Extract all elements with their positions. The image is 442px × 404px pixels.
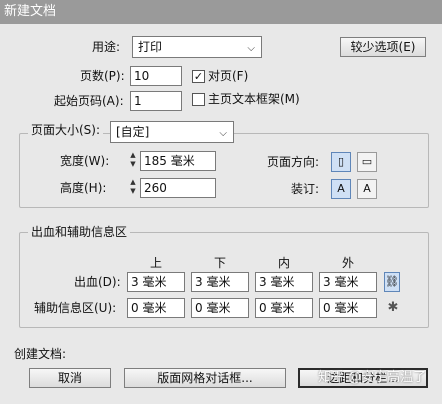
master-text-frame-label: 主页文本框架(M) <box>208 92 300 106</box>
start-page-input[interactable]: 1 <box>130 91 182 111</box>
link-chain-icon[interactable]: ⛓ <box>384 272 400 292</box>
column-bottom: 下 <box>213 256 226 270</box>
slug-inside-input[interactable]: 0 毫米 <box>255 298 313 318</box>
page-size-select[interactable]: [自定] ⌵ <box>110 121 234 143</box>
bleed-inside-input[interactable]: 3 毫米 <box>255 272 313 292</box>
bleed-top-input[interactable]: 3 毫米 <box>127 272 185 292</box>
bleed-label: 出血(D): <box>74 275 121 289</box>
right-to-left-binding-icon[interactable]: A <box>357 179 377 199</box>
height-input[interactable]: 260 <box>140 178 216 198</box>
start-page-label: 起始页码(A): <box>54 94 124 108</box>
pages-input[interactable]: 10 <box>130 66 182 86</box>
purpose-select[interactable]: 打印 ⌵ <box>132 36 262 58</box>
page-size-label: 页面大小(S): <box>28 122 104 138</box>
bleed-slug-title: 出血和辅助信息区 <box>28 224 131 240</box>
landscape-icon[interactable]: ▭ <box>357 152 377 172</box>
column-outside: 外 <box>341 256 354 270</box>
facing-pages-label: 对页(F) <box>208 69 249 83</box>
pages-label: 页数(P): <box>80 69 125 83</box>
master-text-frame-checkbox[interactable] <box>192 93 205 106</box>
window-title: 新建文档 <box>0 0 442 24</box>
broken-chain-icon[interactable]: ✱ <box>386 299 400 317</box>
portrait-icon[interactable]: ▯ <box>331 152 351 172</box>
width-input[interactable]: 185 毫米 <box>140 151 216 171</box>
page-size-value: [自定] <box>116 125 150 139</box>
column-inside: 内 <box>277 256 290 270</box>
watermark: 知乎 @安宁高温了 <box>318 370 427 385</box>
binding-label: 装订: <box>291 182 320 196</box>
bleed-outside-input[interactable]: 3 毫米 <box>319 272 377 292</box>
facing-pages-checkbox[interactable]: ✓ <box>192 70 205 83</box>
slug-label: 辅助信息区(U): <box>34 301 117 315</box>
height-label: 高度(H): <box>60 181 107 195</box>
purpose-label: 用途: <box>92 40 121 54</box>
column-top: 上 <box>149 256 162 270</box>
chevron-down-icon: ⌵ <box>219 128 227 139</box>
create-document-label: 创建文档: <box>14 347 67 361</box>
chevron-down-icon: ⌵ <box>247 43 255 54</box>
layout-grid-dialog-button[interactable]: 版面网格对话框... <box>124 368 286 388</box>
slug-outside-input[interactable]: 0 毫米 <box>319 298 377 318</box>
purpose-value: 打印 <box>138 40 163 54</box>
left-to-right-binding-icon[interactable]: A <box>331 179 351 199</box>
width-stepper[interactable]: ▲ ▼ <box>128 151 138 171</box>
cancel-button[interactable]: 取消 <box>29 368 111 388</box>
bleed-bottom-input[interactable]: 3 毫米 <box>191 272 249 292</box>
fewer-options-button[interactable]: 较少选项(E) <box>340 37 426 57</box>
slug-bottom-input[interactable]: 0 毫米 <box>191 298 249 318</box>
orientation-label: 页面方向: <box>267 155 320 169</box>
height-stepper[interactable]: ▲ ▼ <box>128 178 138 198</box>
width-label: 宽度(W): <box>60 154 110 168</box>
slug-top-input[interactable]: 0 毫米 <box>127 298 185 318</box>
